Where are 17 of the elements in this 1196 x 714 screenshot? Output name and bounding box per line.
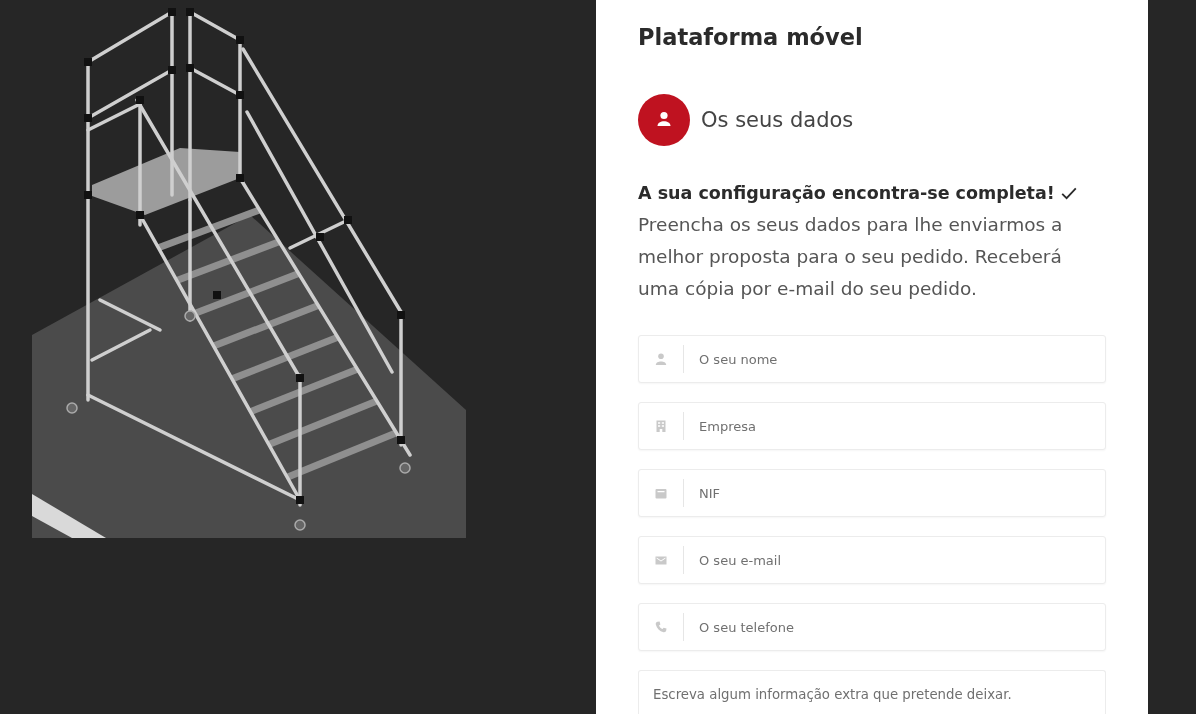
name-field[interactable]: O seu nome [638, 335, 1106, 383]
tax-id-field[interactable]: NIF [638, 469, 1106, 517]
step-label: Os seus dados [701, 108, 854, 132]
phone-icon [655, 621, 667, 633]
check-icon [1060, 186, 1077, 200]
instructions-text: Preencha os seus dados para lhe enviarmos a melhor proposta para o seu pedido. Receberá uma cópia por e-mail do seu pedido. [638, 213, 1064, 301]
user-icon [655, 353, 667, 365]
message-field[interactable]: Escreva algum informação extra que pretende deixar. [638, 670, 1106, 714]
completion-message: A sua configuração encontra-se completa! [638, 183, 1055, 203]
email-field[interactable]: O seu e-mail [638, 536, 1106, 584]
phone-field[interactable]: O seu telefone [638, 603, 1106, 651]
envelope-icon [655, 554, 667, 566]
company-field[interactable]: Empresa [638, 402, 1106, 450]
id-card-icon [655, 487, 667, 499]
page-title: Plataforma móvel [638, 23, 864, 52]
user-icon [638, 94, 690, 146]
building-icon [655, 420, 667, 432]
